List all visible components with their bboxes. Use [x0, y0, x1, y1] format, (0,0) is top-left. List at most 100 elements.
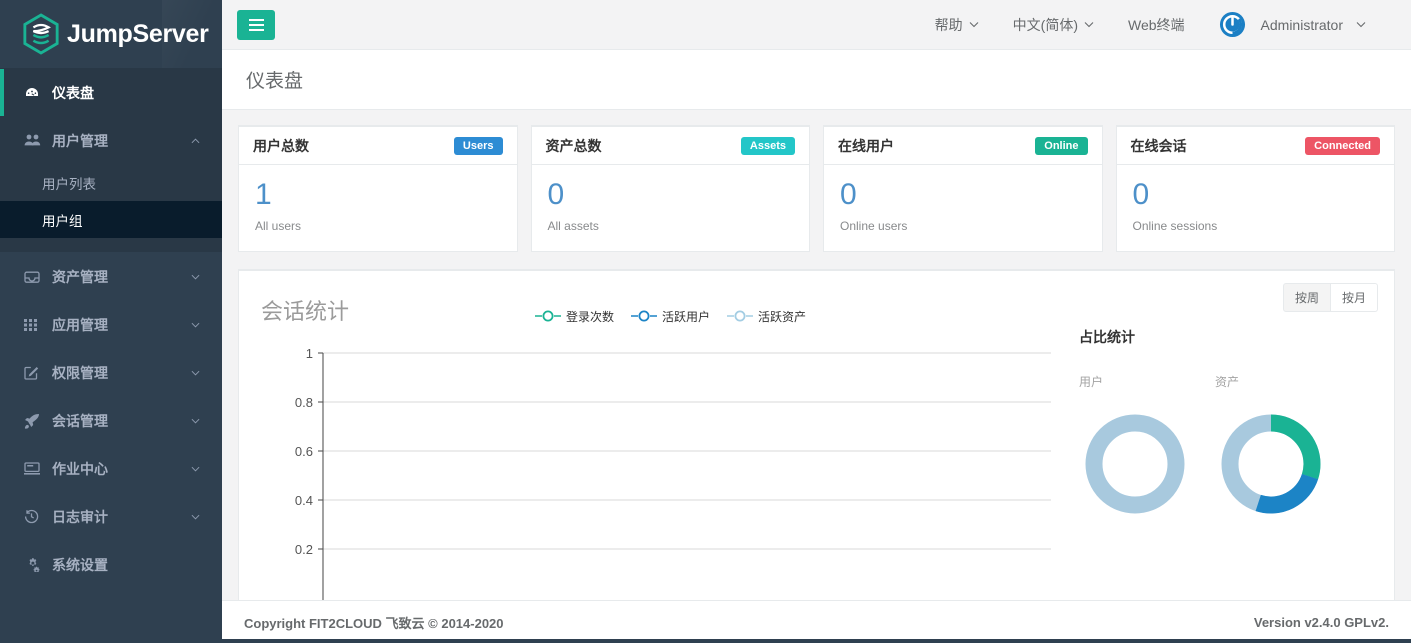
stat-card-body: 0 All assets: [532, 165, 810, 251]
users-icon: [24, 133, 44, 148]
sidebar-item-log-audit[interactable]: 日志审计: [0, 492, 222, 540]
chevron-down-icon: [969, 22, 979, 28]
sidebar-item-session-management[interactable]: 会话管理: [0, 396, 222, 444]
topbar-link-help[interactable]: 帮助: [918, 15, 996, 35]
stat-card-header: 资产总数 Assets: [531, 127, 809, 165]
gears-icon: [24, 557, 44, 572]
range-button-week[interactable]: 按周: [1282, 282, 1331, 312]
sidebar-subitem-label: 用户列表: [42, 176, 96, 192]
session-statistics-panel: 会话统计 登录次数 活跃用户 活跃资产 按周 按月 1 0.8 0.6 0.4 …: [238, 268, 1395, 643]
footer-copyright: Copyright FIT2CLOUD 飞致云 © 2014-2020: [244, 615, 504, 631]
user-power-avatar-icon: [1219, 11, 1245, 38]
stat-card-subtitle: All users: [255, 218, 302, 233]
stat-card-value: 0: [1132, 178, 1150, 211]
sidebar-item-label: 资产管理: [52, 268, 108, 285]
topbar-link-label: 中文(简体): [1012, 16, 1078, 33]
sidebar-item-user-management[interactable]: 用户管理: [0, 116, 222, 164]
legend-label: 活跃用户: [662, 309, 711, 324]
stat-card-total-assets: 资产总数 Assets 0 All assets: [530, 125, 810, 252]
stat-card-online-users: 在线用户 Online 0 Online users: [823, 125, 1103, 252]
sidebar-subitem-user-group[interactable]: 用户组: [0, 201, 222, 238]
sidebar-item-label: 作业中心: [52, 460, 108, 477]
donut-chart-assets: [1221, 414, 1321, 513]
topbar-links: 帮助 中文(简体) Web终端 Administrator: [918, 11, 1411, 38]
range-button-month[interactable]: 按月: [1330, 282, 1378, 312]
dashboard-page: JumpServer 仪表盘 用户管理 用户列表 用户组 资产管理 应用管理 权…: [0, 0, 1411, 643]
brand-logo[interactable]: JumpServer: [0, 0, 222, 68]
status-badge: Online: [1035, 136, 1088, 155]
stat-card-value: 0: [840, 178, 857, 211]
legend-marker-icon: [631, 310, 658, 322]
stat-card-body: 0 Online users: [824, 165, 1102, 251]
stat-card-header: 用户总数 Users: [239, 127, 517, 165]
status-badge: Users: [453, 136, 503, 155]
stat-card-body: 1 All users: [239, 165, 517, 251]
range-button-group: 按周 按月: [1282, 282, 1378, 312]
stat-card-online-sessions: 在线会话 Connected 0 Online sessions: [1115, 125, 1395, 252]
stat-card-value: 0: [547, 178, 565, 211]
svg-text:0.2: 0.2: [295, 542, 313, 557]
history-icon: [24, 509, 44, 524]
topbar-link-web-terminal[interactable]: Web终端: [1111, 15, 1202, 35]
sidebar-item-label: 用户管理: [52, 132, 108, 149]
stat-card-subtitle: Online sessions: [1132, 218, 1218, 233]
page-title: 仪表盘: [246, 71, 304, 92]
legend-item-logins[interactable]: 登录次数: [535, 308, 614, 325]
topbar-user-menu[interactable]: Administrator: [1202, 11, 1383, 38]
chevron-down-icon: [191, 418, 200, 424]
stat-card-header: 在线用户 Online: [824, 127, 1102, 165]
chevron-down-icon: [1084, 22, 1094, 28]
sidebar-item-job-center[interactable]: 作业中心: [0, 444, 222, 492]
sidebar-submenu-user-management: 用户列表 用户组: [0, 164, 222, 252]
legend-label: 登录次数: [566, 309, 615, 324]
stat-card-header: 在线会话 Connected: [1116, 127, 1394, 165]
legend-label: 活跃资产: [758, 309, 807, 324]
sidebar-item-system-settings[interactable]: 系统设置: [0, 540, 222, 588]
donut-section-title: 占比统计: [1079, 328, 1135, 345]
sidebar-item-asset-management[interactable]: 资产管理: [0, 252, 222, 300]
hamburger-icon[interactable]: [237, 9, 275, 40]
donut-labels: 用户 资产: [1079, 373, 1394, 390]
stat-card-body: 0 Online sessions: [1117, 165, 1395, 251]
stat-card-value: 1: [255, 178, 272, 211]
sidebar-item-permission-management[interactable]: 权限管理: [0, 348, 222, 396]
chevron-down-icon: [191, 514, 200, 520]
svg-text:1: 1: [306, 346, 313, 361]
main-content: 用户总数 Users 1 All users 资产总数 Assets 0 All…: [222, 110, 1411, 643]
chevron-down-icon: [191, 466, 200, 472]
legend-item-active-assets[interactable]: 活跃资产: [727, 308, 806, 325]
status-badge: Assets: [740, 136, 795, 155]
donut-charts: [1079, 408, 1394, 520]
brand-name: JumpServer: [67, 19, 209, 48]
sidebar-item-dashboard[interactable]: 仪表盘: [0, 68, 222, 116]
sidebar-item-label: 仪表盘: [52, 84, 94, 101]
sidebar: JumpServer 仪表盘 用户管理 用户列表 用户组 资产管理 应用管理 权…: [0, 0, 222, 643]
topbar-link-language[interactable]: 中文(简体): [996, 15, 1111, 35]
jumpserver-hexagon-logo-icon: [23, 13, 59, 55]
legend-item-active-users[interactable]: 活跃用户: [631, 308, 710, 325]
donut-chart-users: [1085, 414, 1185, 513]
svg-text:0.4: 0.4: [295, 493, 313, 508]
chevron-down-icon: [191, 370, 200, 376]
sidebar-item-label: 权限管理: [52, 364, 108, 381]
stat-card-subtitle: Online users: [840, 218, 908, 233]
stat-card-subtitle: All assets: [547, 218, 599, 233]
edit-square-icon: [24, 365, 44, 380]
panel-title: 会话统计: [261, 298, 350, 324]
stat-card-total-users: 用户总数 Users 1 All users: [238, 125, 518, 252]
grid-icon: [24, 318, 44, 332]
sidebar-subitem-user-list[interactable]: 用户列表: [0, 164, 222, 201]
chevron-down-icon: [1356, 22, 1366, 28]
submenu-spacer: [0, 238, 222, 252]
topbar: 帮助 中文(简体) Web终端 Administrator: [222, 0, 1411, 50]
desktop-icon: [24, 462, 44, 475]
sidebar-item-label: 会话管理: [52, 412, 108, 429]
panel-header: 会话统计 登录次数 活跃用户 活跃资产 按周 按月: [239, 271, 1394, 333]
sidebar-item-label: 应用管理: [52, 316, 108, 333]
rocket-icon: [24, 413, 44, 429]
dashboard-icon: [24, 85, 44, 101]
stat-card-title: 用户总数: [253, 137, 309, 154]
chart-legend: 登录次数 活跃用户 活跃资产: [535, 308, 806, 325]
donut-label-users: 用户: [1079, 374, 1104, 389]
sidebar-item-app-management[interactable]: 应用管理: [0, 300, 222, 348]
